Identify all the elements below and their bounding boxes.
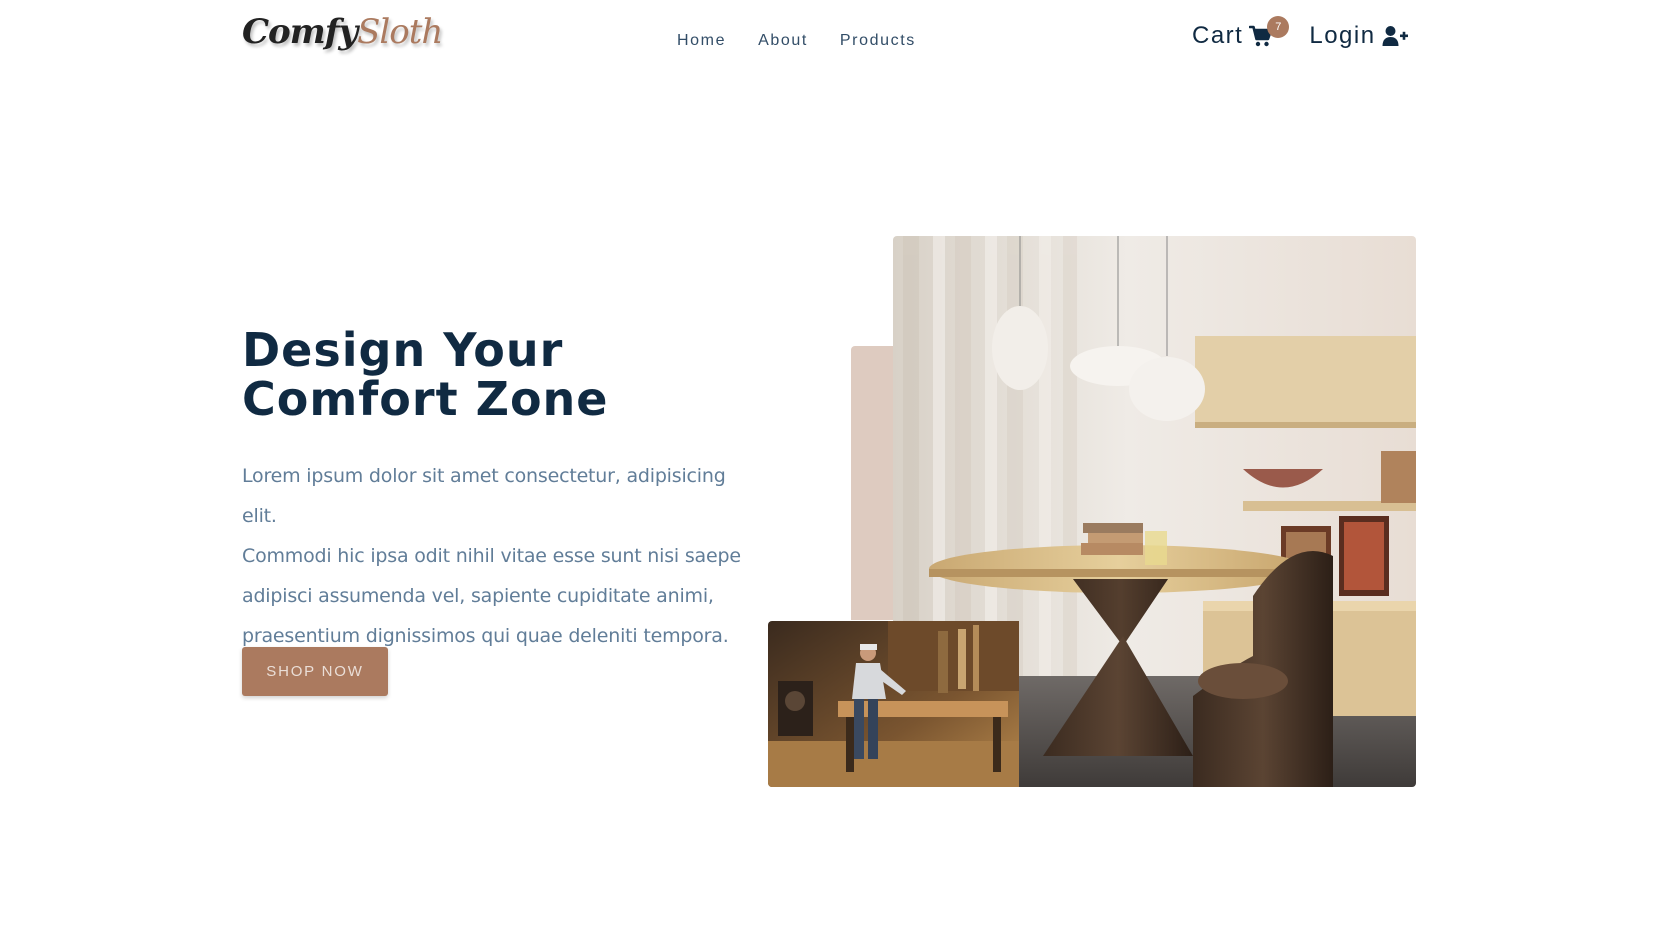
nav-link-products[interactable]: Products xyxy=(840,32,916,49)
hero-text-line2: Commodi hic ipsa odit nihil vitae esse s… xyxy=(242,545,741,567)
user-plus-icon xyxy=(1382,26,1408,46)
cart-button[interactable]: Cart 7 xyxy=(1192,16,1290,50)
nav-link-home[interactable]: Home xyxy=(677,32,726,49)
hero-text-line1: Lorem ipsum dolor sit amet consectetur, … xyxy=(242,465,726,527)
nav-item-home: Home xyxy=(677,30,726,50)
login-label: Login xyxy=(1309,22,1376,49)
brand-logo-part2: Sloth xyxy=(357,12,443,52)
navbar: ComfySloth Home About Products Cart 7 Lo… xyxy=(0,0,1657,82)
hero-accent-image xyxy=(768,621,1019,787)
cart-label: Cart xyxy=(1192,22,1244,49)
nav-item-about: About xyxy=(758,30,808,50)
hero-title: Design Your Comfort Zone xyxy=(242,326,762,424)
hero-title-line2: Comfort Zone xyxy=(242,372,609,426)
brand-logo-part1: Comfy xyxy=(242,12,358,52)
hero-title-line1: Design Your xyxy=(242,323,564,377)
hero-description: Lorem ipsum dolor sit amet consectetur, … xyxy=(242,456,752,656)
hero-text-line4: praesentium dignissimos qui quae delenit… xyxy=(242,625,729,647)
hero-text-line3: adipisci assumenda vel, sapiente cupidit… xyxy=(242,585,714,607)
shop-now-button[interactable]: Shop Now xyxy=(242,647,388,696)
brand-logo[interactable]: ComfySloth xyxy=(242,12,443,52)
cart-count-badge: 7 xyxy=(1267,16,1290,38)
nav-links: Home About Products xyxy=(677,30,916,50)
login-button[interactable]: Login xyxy=(1309,22,1408,50)
nav-actions: Cart 7 Login xyxy=(1192,16,1408,50)
nav-item-products: Products xyxy=(840,30,916,50)
cart-icon: 7 xyxy=(1249,16,1290,48)
nav-link-about[interactable]: About xyxy=(758,32,808,49)
